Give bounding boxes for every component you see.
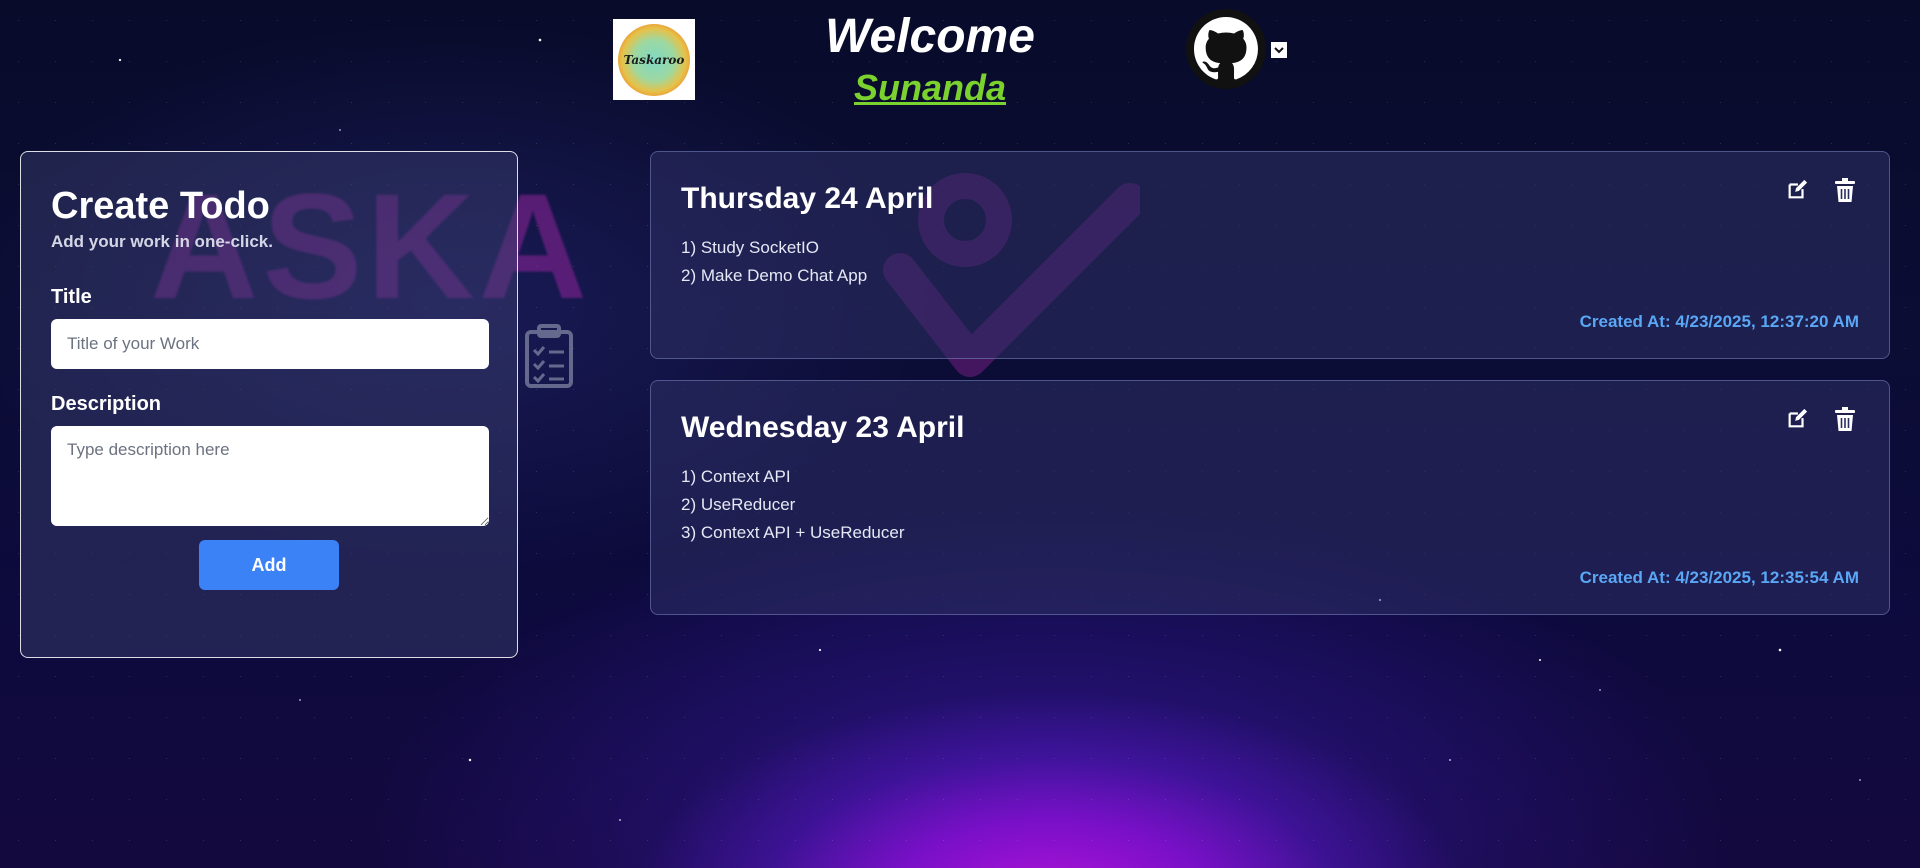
todo-card: Wednesday 23 April 1) Context API 2) Use… bbox=[650, 380, 1890, 615]
delete-button[interactable] bbox=[1831, 405, 1859, 433]
logo-badge: Taskaroo bbox=[618, 23, 690, 96]
todo-line: 3) Context API + UseReducer bbox=[681, 523, 905, 542]
todo-created-at: Created At: 4/23/2025, 12:37:20 AM bbox=[1579, 312, 1859, 331]
title-input[interactable] bbox=[51, 319, 489, 369]
todo-title: Thursday 24 April bbox=[681, 182, 934, 215]
todo-line: 2) Make Demo Chat App bbox=[681, 266, 868, 285]
welcome-header: Welcome Sunanda bbox=[730, 8, 1130, 110]
todo-line: 2) UseReducer bbox=[681, 495, 796, 514]
description-label: Description bbox=[51, 393, 162, 415]
logo-text: Taskaroo bbox=[623, 52, 685, 67]
edit-button[interactable] bbox=[1783, 176, 1811, 204]
clipboard-icon bbox=[525, 324, 573, 388]
todo-description: 1) Context API 2) UseReducer 3) Context … bbox=[681, 463, 1859, 547]
delete-button[interactable] bbox=[1831, 176, 1859, 204]
create-todo-title: Create Todo bbox=[51, 185, 270, 227]
create-todo-subtitle: Add your work in one-click. bbox=[51, 232, 273, 251]
profile-dropdown-button[interactable] bbox=[1271, 42, 1287, 58]
todo-actions bbox=[1783, 405, 1859, 433]
user-name-link[interactable]: Sunanda bbox=[730, 66, 1130, 110]
edit-icon bbox=[1788, 179, 1808, 199]
todo-line: 1) Context API bbox=[681, 467, 791, 486]
edit-icon bbox=[1788, 408, 1808, 428]
todo-actions bbox=[1783, 176, 1859, 204]
todo-title: Wednesday 23 April bbox=[681, 411, 965, 444]
chevron-down-icon bbox=[1274, 47, 1284, 54]
edit-button[interactable] bbox=[1783, 405, 1811, 433]
todo-card: Thursday 24 April 1) Study SocketIO 2) M… bbox=[650, 151, 1890, 359]
description-input[interactable] bbox=[51, 426, 489, 526]
trash-icon bbox=[1835, 178, 1855, 202]
create-todo-card: Create Todo Add your work in one-click. … bbox=[20, 151, 518, 658]
github-icon bbox=[1194, 17, 1258, 80]
trash-icon bbox=[1835, 407, 1855, 431]
title-label: Title bbox=[51, 286, 92, 308]
add-button[interactable]: Add bbox=[199, 540, 339, 590]
github-avatar[interactable] bbox=[1186, 9, 1266, 89]
app-logo[interactable]: Taskaroo bbox=[613, 19, 695, 100]
todo-created-at: Created At: 4/23/2025, 12:35:54 AM bbox=[1579, 568, 1859, 587]
todo-line: 1) Study SocketIO bbox=[681, 238, 819, 257]
todo-description: 1) Study SocketIO 2) Make Demo Chat App bbox=[681, 234, 1859, 290]
welcome-title: Welcome bbox=[825, 10, 1035, 63]
